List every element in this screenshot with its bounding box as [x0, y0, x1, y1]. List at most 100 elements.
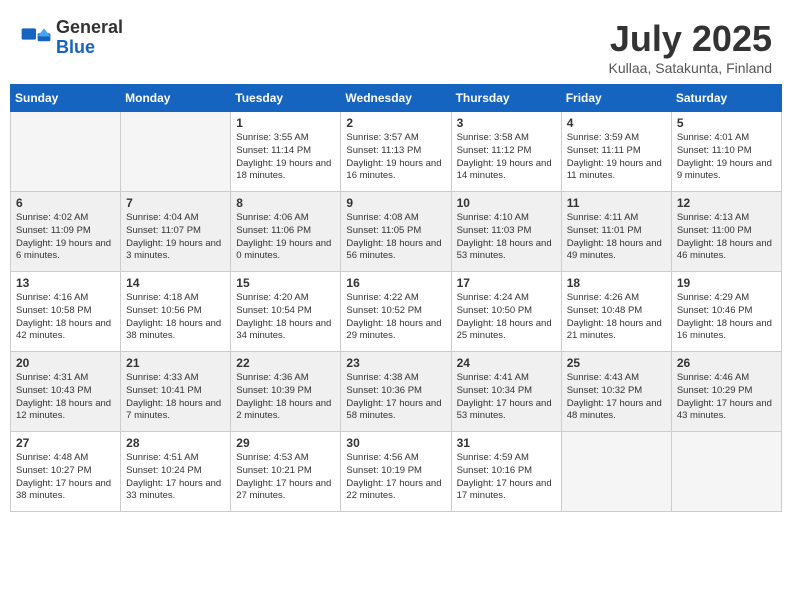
- calendar-cell: 16 Sunrise: 4:22 AM Sunset: 10:52 PM Dayl…: [341, 272, 451, 352]
- calendar-week-row: 6 Sunrise: 4:02 AM Sunset: 11:09 PM Dayli…: [11, 192, 782, 272]
- title-area: July 2025 Kullaa, Satakunta, Finland: [609, 18, 772, 76]
- logo: General Blue: [20, 18, 123, 58]
- day-info: Sunrise: 4:01 AM Sunset: 11:10 PM Daylig…: [677, 132, 776, 183]
- calendar-cell: 14 Sunrise: 4:18 AM Sunset: 10:56 PM Dayl…: [121, 272, 231, 352]
- calendar-cell: 22 Sunrise: 4:36 AM Sunset: 10:39 PM Dayl…: [231, 352, 341, 432]
- day-info: Sunrise: 3:58 AM Sunset: 11:12 PM Daylig…: [457, 132, 556, 183]
- calendar-cell: 29Sunrise: 4:53 AM Sunset: 10:21 PM Dayl…: [231, 432, 341, 512]
- day-info: Sunrise: 4:31 AM Sunset: 10:43 PM Daylig…: [16, 372, 115, 423]
- day-info: Sunrise: 4:38 AM Sunset: 10:36 PM Daylig…: [346, 372, 445, 423]
- day-info: Sunrise: 4:18 AM Sunset: 10:56 PM Daylig…: [126, 292, 225, 343]
- calendar-cell: 18Sunrise: 4:26 AM Sunset: 10:48 PM Dayl…: [561, 272, 671, 352]
- day-info: Sunrise: 4:02 AM Sunset: 11:09 PM Daylig…: [16, 212, 115, 263]
- calendar-cell: 28 Sunrise: 4:51 AM Sunset: 10:24 PM Dayl…: [121, 432, 231, 512]
- day-info: Sunrise: 4:24 AM Sunset: 10:50 PM Daylig…: [457, 292, 556, 343]
- calendar: SundayMondayTuesdayWednesdayThursdayFrid…: [10, 84, 782, 512]
- day-number: 25: [567, 356, 666, 370]
- day-of-week-header: Friday: [561, 85, 671, 112]
- day-info: Sunrise: 4:16 AM Sunset: 10:58 PM Daylig…: [16, 292, 115, 343]
- day-number: 5: [677, 116, 776, 130]
- day-number: 20: [16, 356, 115, 370]
- calendar-cell: 5 Sunrise: 4:01 AM Sunset: 11:10 PM Dayli…: [671, 112, 781, 192]
- day-number: 8: [236, 196, 335, 210]
- logo-blue: Blue: [56, 38, 123, 58]
- day-number: 28: [126, 436, 225, 450]
- calendar-cell: 9Sunrise: 4:08 AM Sunset: 11:05 PM Dayli…: [341, 192, 451, 272]
- calendar-cell: 3 Sunrise: 3:58 AM Sunset: 11:12 PM Dayli…: [451, 112, 561, 192]
- calendar-cell: 26Sunrise: 4:46 AM Sunset: 10:29 PM Dayl…: [671, 352, 781, 432]
- day-number: 16: [346, 276, 445, 290]
- day-number: 15: [236, 276, 335, 290]
- day-of-week-header: Tuesday: [231, 85, 341, 112]
- day-number: 19: [677, 276, 776, 290]
- day-info: Sunrise: 4:22 AM Sunset: 10:52 PM Daylig…: [346, 292, 445, 343]
- calendar-cell: 4 Sunrise: 3:59 AM Sunset: 11:11 PM Dayli…: [561, 112, 671, 192]
- calendar-cell: 24 Sunrise: 4:41 AM Sunset: 10:34 PM Dayl…: [451, 352, 561, 432]
- calendar-week-row: 13 Sunrise: 4:16 AM Sunset: 10:58 PM Dayl…: [11, 272, 782, 352]
- location: Kullaa, Satakunta, Finland: [609, 60, 772, 76]
- day-number: 7: [126, 196, 225, 210]
- logo-general: General: [56, 18, 123, 38]
- day-number: 4: [567, 116, 666, 130]
- calendar-cell: [11, 112, 121, 192]
- day-number: 1: [236, 116, 335, 130]
- day-info: Sunrise: 4:08 AM Sunset: 11:05 PM Daylig…: [346, 212, 445, 263]
- calendar-cell: 30 Sunrise: 4:56 AM Sunset: 10:19 PM Dayl…: [341, 432, 451, 512]
- day-number: 14: [126, 276, 225, 290]
- day-of-week-header: Sunday: [11, 85, 121, 112]
- day-number: 26: [677, 356, 776, 370]
- day-info: Sunrise: 4:48 AM Sunset: 10:27 PM Daylig…: [16, 452, 115, 503]
- day-number: 27: [16, 436, 115, 450]
- day-info: Sunrise: 4:13 AM Sunset: 11:00 PM Daylig…: [677, 212, 776, 263]
- logo-text: General Blue: [56, 18, 123, 58]
- day-info: Sunrise: 4:51 AM Sunset: 10:24 PM Daylig…: [126, 452, 225, 503]
- calendar-week-row: 27 Sunrise: 4:48 AM Sunset: 10:27 PM Dayl…: [11, 432, 782, 512]
- calendar-cell: 17 Sunrise: 4:24 AM Sunset: 10:50 PM Dayl…: [451, 272, 561, 352]
- day-info: Sunrise: 4:36 AM Sunset: 10:39 PM Daylig…: [236, 372, 335, 423]
- day-info: Sunrise: 4:59 AM Sunset: 10:16 PM Daylig…: [457, 452, 556, 503]
- day-info: Sunrise: 4:56 AM Sunset: 10:19 PM Daylig…: [346, 452, 445, 503]
- day-info: Sunrise: 4:29 AM Sunset: 10:46 PM Daylig…: [677, 292, 776, 343]
- day-number: 13: [16, 276, 115, 290]
- calendar-week-row: 20 Sunrise: 4:31 AM Sunset: 10:43 PM Dayl…: [11, 352, 782, 432]
- calendar-cell: 13 Sunrise: 4:16 AM Sunset: 10:58 PM Dayl…: [11, 272, 121, 352]
- day-info: Sunrise: 4:11 AM Sunset: 11:01 PM Daylig…: [567, 212, 666, 263]
- day-number: 10: [457, 196, 556, 210]
- day-info: Sunrise: 4:06 AM Sunset: 11:06 PM Daylig…: [236, 212, 335, 263]
- day-number: 3: [457, 116, 556, 130]
- day-number: 12: [677, 196, 776, 210]
- day-of-week-header: Thursday: [451, 85, 561, 112]
- day-number: 2: [346, 116, 445, 130]
- day-info: Sunrise: 3:57 AM Sunset: 11:13 PM Daylig…: [346, 132, 445, 183]
- calendar-cell: 23 Sunrise: 4:38 AM Sunset: 10:36 PM Dayl…: [341, 352, 451, 432]
- day-number: 22: [236, 356, 335, 370]
- day-info: Sunrise: 4:10 AM Sunset: 11:03 PM Daylig…: [457, 212, 556, 263]
- header: General Blue July 2025 Kullaa, Satakunta…: [10, 10, 782, 80]
- day-number: 6: [16, 196, 115, 210]
- calendar-cell: 21Sunrise: 4:33 AM Sunset: 10:41 PM Dayl…: [121, 352, 231, 432]
- calendar-cell: 19 Sunrise: 4:29 AM Sunset: 10:46 PM Dayl…: [671, 272, 781, 352]
- day-info: Sunrise: 4:41 AM Sunset: 10:34 PM Daylig…: [457, 372, 556, 423]
- day-of-week-header: Saturday: [671, 85, 781, 112]
- day-number: 24: [457, 356, 556, 370]
- day-info: Sunrise: 3:59 AM Sunset: 11:11 PM Daylig…: [567, 132, 666, 183]
- calendar-cell: 8 Sunrise: 4:06 AM Sunset: 11:06 PM Dayli…: [231, 192, 341, 272]
- day-number: 18: [567, 276, 666, 290]
- logo-icon: [20, 22, 52, 54]
- calendar-body: 1Sunrise: 3:55 AM Sunset: 11:14 PM Dayli…: [11, 112, 782, 512]
- calendar-cell: 15Sunrise: 4:20 AM Sunset: 10:54 PM Dayl…: [231, 272, 341, 352]
- month-title: July 2025: [609, 18, 772, 60]
- day-number: 30: [346, 436, 445, 450]
- calendar-cell: [561, 432, 671, 512]
- calendar-week-row: 1Sunrise: 3:55 AM Sunset: 11:14 PM Dayli…: [11, 112, 782, 192]
- day-info: Sunrise: 4:53 AM Sunset: 10:21 PM Daylig…: [236, 452, 335, 503]
- day-number: 23: [346, 356, 445, 370]
- day-number: 17: [457, 276, 556, 290]
- calendar-cell: 27 Sunrise: 4:48 AM Sunset: 10:27 PM Dayl…: [11, 432, 121, 512]
- calendar-cell: 20 Sunrise: 4:31 AM Sunset: 10:43 PM Dayl…: [11, 352, 121, 432]
- calendar-cell: 31Sunrise: 4:59 AM Sunset: 10:16 PM Dayl…: [451, 432, 561, 512]
- day-info: Sunrise: 4:04 AM Sunset: 11:07 PM Daylig…: [126, 212, 225, 263]
- day-info: Sunrise: 4:43 AM Sunset: 10:32 PM Daylig…: [567, 372, 666, 423]
- day-number: 11: [567, 196, 666, 210]
- day-of-week-header: Monday: [121, 85, 231, 112]
